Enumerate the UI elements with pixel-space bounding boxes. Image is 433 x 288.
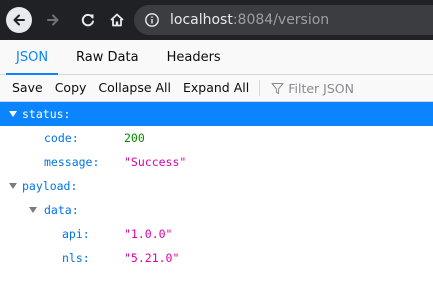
filter-icon [270,81,284,95]
tab-json[interactable]: JSON [6,40,59,75]
tree-row-api[interactable]: api: "1.0.0" [0,222,433,246]
tree-key: message: [44,155,100,169]
url-path: :8084/version [232,12,330,28]
toolbar-divider [259,80,261,96]
expand-toggle-icon[interactable] [9,111,17,117]
tree-value: "Success" [124,155,187,169]
tree-row-status[interactable]: status: [0,102,433,126]
tree-value: "1.0.0" [124,227,173,241]
filter-box[interactable] [264,80,409,96]
forward-button[interactable] [40,7,66,33]
expand-toggle-icon[interactable] [9,183,17,189]
copy-button[interactable]: Copy [49,75,93,101]
forward-arrow-icon [47,14,59,26]
tree-key: api: [62,227,90,241]
json-toolbar: Save Copy Collapse All Expand All [0,75,433,102]
url-host: localhost [170,12,233,28]
json-tree: status: code: 200 message: "Success" pay… [0,102,433,270]
tree-row-code[interactable]: code: 200 [0,126,433,150]
expand-all-button[interactable]: Expand All [177,75,255,101]
back-arrow-icon [13,14,25,26]
tab-raw-data[interactable]: Raw Data [66,40,149,74]
tree-row-data[interactable]: data: [0,198,433,222]
expand-toggle-icon[interactable] [29,207,37,213]
info-circle-icon [145,13,159,27]
tab-headers[interactable]: Headers [157,40,231,74]
tree-key: data: [44,203,79,217]
reload-button[interactable] [75,7,101,33]
site-info-icon[interactable] [144,12,160,28]
address-bar[interactable]: localhost:8084/version [134,5,433,35]
tree-value: 200 [124,131,145,145]
tree-value: "5.21.0" [124,251,180,265]
browser-toolbar: localhost:8084/version [0,0,433,40]
tree-row-message[interactable]: message: "Success" [0,150,433,174]
save-button[interactable]: Save [6,75,49,101]
home-button[interactable] [104,7,130,33]
collapse-all-button[interactable]: Collapse All [92,75,177,101]
reload-icon [81,13,94,27]
viewer-tabs: JSON Raw Data Headers [0,40,433,75]
tree-row-nls[interactable]: nls: "5.21.0" [0,246,433,270]
tree-key: payload: [22,179,78,193]
filter-json-input[interactable] [288,80,409,96]
tree-key: status: [22,107,71,121]
home-icon [110,13,124,27]
tree-row-payload[interactable]: payload: [0,174,433,198]
back-button[interactable] [6,7,32,33]
tree-key: code: [44,131,79,145]
tree-key: nls: [62,251,90,265]
